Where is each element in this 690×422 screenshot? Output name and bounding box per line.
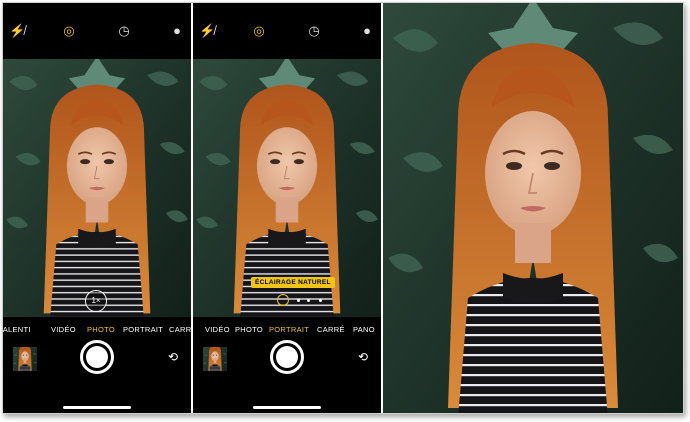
mode-pano[interactable]: PANO — [353, 325, 375, 334]
camera-screen-portrait-mode: ⚡̸ ◎ ◷ ● ÉCLAIRAGE NATUREL VIDÉO PHOTO P… — [193, 3, 381, 413]
switch-camera-icon[interactable]: ⟲ — [353, 349, 373, 365]
mode-carre[interactable]: CARRÉ — [317, 325, 345, 334]
shutter-button[interactable] — [270, 340, 304, 374]
mode-portrait[interactable]: PORTRAIT — [269, 325, 309, 334]
home-indicator[interactable] — [253, 406, 321, 409]
shutter-inner — [276, 346, 298, 368]
live-photo-icon[interactable]: ◎ — [251, 23, 267, 39]
comparison-frame: ⚡̸ ◎ ◷ ● 1× RALENTI VIDÉO PHOTO PORTRAIT… — [2, 2, 684, 414]
camera-top-bar: ⚡̸ ◎ ◷ ● — [193, 3, 381, 59]
contour-light-icon[interactable] — [307, 299, 310, 302]
portrait-photo — [383, 3, 683, 413]
last-photo-thumbnail[interactable] — [13, 347, 37, 371]
mode-video[interactable]: VIDÉO — [205, 325, 230, 334]
flash-off-icon[interactable]: ⚡̸ — [9, 23, 25, 39]
timer-icon[interactable]: ◷ — [306, 23, 322, 39]
stage-light-icon[interactable] — [319, 299, 322, 302]
last-photo-thumbnail[interactable] — [203, 347, 227, 371]
live-photo-icon[interactable]: ◎ — [61, 23, 77, 39]
mode-photo[interactable]: PHOTO — [87, 325, 115, 334]
resulting-portrait-photo — [383, 3, 683, 413]
camera-bottom-bar: ⟲ — [3, 340, 191, 413]
mode-carre[interactable]: CARRÉ — [169, 325, 191, 334]
filters-icon[interactable]: ● — [169, 23, 185, 39]
zoom-button[interactable]: 1× — [85, 290, 107, 312]
viewfinder[interactable] — [3, 59, 191, 317]
switch-camera-icon[interactable]: ⟲ — [163, 349, 183, 365]
shutter-inner — [86, 346, 108, 368]
camera-screen-photo-mode: ⚡̸ ◎ ◷ ● 1× RALENTI VIDÉO PHOTO PORTRAIT… — [3, 3, 191, 413]
camera-top-bar: ⚡̸ ◎ ◷ ● — [3, 3, 191, 59]
filters-icon[interactable]: ● — [359, 23, 375, 39]
portrait-lighting-dial[interactable] — [277, 294, 357, 306]
home-indicator[interactable] — [63, 406, 131, 409]
mode-video[interactable]: VIDÉO — [51, 325, 76, 334]
mode-photo[interactable]: PHOTO — [235, 325, 263, 334]
natural-light-icon[interactable] — [277, 294, 289, 306]
timer-icon[interactable]: ◷ — [116, 23, 132, 39]
mode-portrait[interactable]: PORTRAIT — [123, 325, 163, 334]
flash-off-icon[interactable]: ⚡̸ — [199, 23, 215, 39]
lighting-effect-badge: ÉCLAIRAGE NATUREL — [251, 277, 335, 288]
camera-bottom-bar: ⟲ — [193, 340, 381, 413]
mode-ralenti[interactable]: RALENTI — [3, 325, 31, 334]
studio-light-icon[interactable] — [297, 299, 300, 302]
shutter-button[interactable] — [80, 340, 114, 374]
